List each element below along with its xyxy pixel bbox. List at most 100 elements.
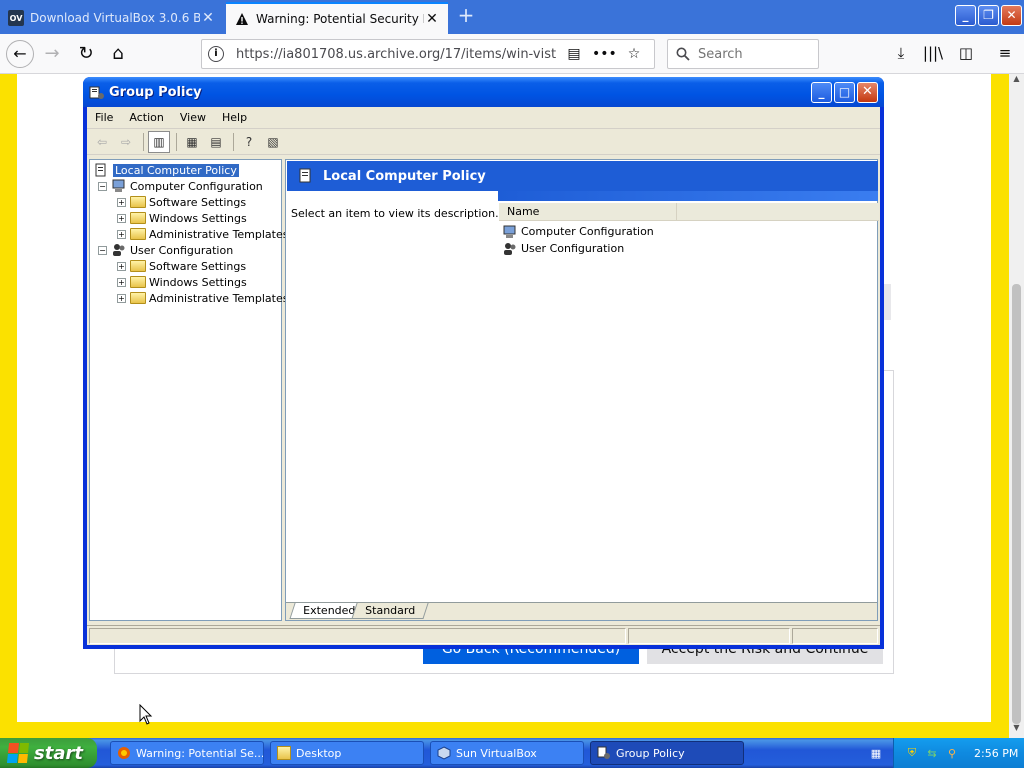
collapse-icon[interactable]: −: [98, 245, 107, 255]
sidebar-icon[interactable]: ◫: [955, 44, 977, 66]
close-window-button[interactable]: ✕: [1001, 5, 1022, 26]
search-tray-icon[interactable]: ⚲: [944, 745, 960, 761]
policy-detail-pane: Local Computer Policy Select an item to …: [285, 159, 879, 621]
tab-virtualbox-download[interactable]: OV Download VirtualBox 3.0.6 Beta 1 ✕: [0, 2, 224, 34]
tab-standard[interactable]: Standard: [351, 603, 429, 619]
column-name-header[interactable]: Name: [499, 203, 677, 220]
tree-label: Software Settings: [149, 259, 247, 273]
list-item-label: Computer Configuration: [521, 225, 654, 238]
show-hide-tree-icon[interactable]: ▥: [148, 130, 170, 153]
info-icon[interactable]: i: [208, 46, 224, 62]
tree-item-administrative-templates[interactable]: + Administrative Templates: [117, 290, 289, 306]
library-icon[interactable]: |||\: [922, 44, 944, 66]
reload-button[interactable]: ↻: [72, 40, 100, 68]
gp-minimize-button[interactable]: _: [811, 82, 832, 103]
url-bar[interactable]: i https://ia801708.us.archive.org/17/ite…: [201, 39, 655, 69]
expand-icon[interactable]: +: [117, 197, 126, 207]
downloads-icon[interactable]: ⤓: [890, 44, 912, 66]
close-tab-icon[interactable]: ✕: [424, 11, 440, 27]
menu-file[interactable]: File: [87, 111, 121, 124]
tree-item-windows-settings[interactable]: + Windows Settings: [117, 274, 247, 290]
restore-window-button[interactable]: ❐: [978, 5, 999, 26]
firefox-icon: [118, 747, 130, 759]
task-firefox-warning[interactable]: Warning: Potential Se...: [110, 741, 264, 765]
scroll-up-icon[interactable]: ▲: [1009, 74, 1024, 89]
policy-tree-pane: Local Computer Policy − Computer Configu…: [89, 159, 289, 621]
page-actions-icon[interactable]: •••: [592, 46, 617, 62]
group-policy-icon: [89, 86, 104, 99]
close-tab-icon[interactable]: ✕: [200, 10, 216, 26]
collapse-icon[interactable]: −: [98, 181, 107, 191]
back-button[interactable]: ←: [6, 40, 34, 68]
home-button[interactable]: ⌂: [104, 40, 132, 68]
tree-item-software-settings[interactable]: + Software Settings: [117, 258, 246, 274]
network-icon[interactable]: ⇆: [924, 745, 940, 761]
task-label: Sun VirtualBox: [456, 746, 537, 760]
properties-icon[interactable]: ▦: [181, 131, 203, 153]
toolbar-separator: [176, 132, 177, 151]
page-scrollbar[interactable]: ▲ ▼: [1009, 74, 1024, 738]
group-policy-window: Group Policy _ □ ✕ File Action View Help…: [83, 77, 884, 649]
folder-icon: [130, 212, 146, 224]
tree-item-windows-settings[interactable]: + Windows Settings: [117, 210, 247, 226]
gp-menu-bar: File Action View Help: [87, 107, 880, 129]
task-sun-virtualbox[interactable]: Sun VirtualBox: [430, 741, 584, 765]
reader-view-icon[interactable]: ▤: [562, 46, 586, 62]
scrollbar-thumb[interactable]: [1012, 284, 1021, 724]
gp-maximize-button[interactable]: □: [834, 82, 855, 103]
group-policy-body: File Action View Help ⇦ ⇨ ▥ ▦ ▤ ? ▧ Loca…: [87, 107, 880, 645]
menu-action[interactable]: Action: [121, 111, 171, 124]
export-list-icon[interactable]: ▤: [205, 131, 227, 153]
bookmark-star-icon[interactable]: ☆: [622, 46, 646, 62]
forward-arrow-icon[interactable]: ⇨: [115, 131, 137, 153]
expand-icon[interactable]: +: [117, 293, 126, 303]
list-item-user-configuration[interactable]: User Configuration: [502, 240, 624, 257]
back-arrow-icon[interactable]: ⇦: [91, 131, 113, 153]
expand-icon[interactable]: +: [117, 229, 126, 239]
url-text[interactable]: https://ia801708.us.archive.org/17/items…: [236, 47, 556, 62]
scroll-down-icon[interactable]: ▼: [1009, 723, 1024, 738]
folder-icon: [130, 196, 146, 208]
show-description-icon[interactable]: ▧: [262, 131, 284, 153]
task-label: Desktop: [296, 746, 342, 760]
tree-item-administrative-templates[interactable]: + Administrative Templates: [117, 226, 289, 242]
start-label: start: [34, 742, 83, 764]
help-icon[interactable]: ?: [238, 131, 260, 153]
folder-icon: [130, 260, 146, 272]
group-policy-titlebar[interactable]: Group Policy _ □ ✕: [83, 77, 884, 107]
list-item-label: User Configuration: [521, 242, 625, 255]
expand-icon[interactable]: +: [117, 213, 126, 223]
task-group-policy[interactable]: Group Policy: [590, 741, 744, 765]
menu-view[interactable]: View: [172, 111, 214, 124]
gp-close-button[interactable]: ✕: [857, 82, 878, 103]
expand-icon[interactable]: +: [117, 261, 126, 271]
system-tray: ⛨ ⇆ ⚲ 2:56 PM: [893, 738, 1024, 768]
group-policy-icon: [597, 746, 610, 759]
tab-title: Download VirtualBox 3.0.6 Beta 1: [30, 11, 200, 25]
tree-item-user-configuration[interactable]: − User Configuration: [98, 242, 233, 258]
expand-icon[interactable]: +: [117, 277, 126, 287]
search-bar[interactable]: Search: [667, 39, 819, 69]
forward-button[interactable]: →: [38, 40, 66, 68]
security-shield-icon[interactable]: ⛨: [904, 745, 920, 761]
folder-icon: [130, 276, 146, 288]
virtualbox-icon: [437, 746, 451, 760]
new-tab-button[interactable]: +: [454, 4, 478, 28]
users-icon: [504, 242, 516, 255]
minimize-window-button[interactable]: _: [955, 5, 976, 26]
task-desktop[interactable]: Desktop: [270, 741, 424, 765]
tree-item-software-settings[interactable]: + Software Settings: [117, 194, 246, 210]
tree-item-local-computer-policy[interactable]: Local Computer Policy: [94, 162, 239, 178]
keyboard-icon[interactable]: ▦: [868, 745, 884, 761]
tab-security-warning[interactable]: Warning: Potential Security Risk Ahead ✕: [226, 2, 448, 34]
clock[interactable]: 2:56 PM: [974, 747, 1018, 760]
menu-help[interactable]: Help: [214, 111, 255, 124]
folder-icon: [130, 228, 146, 240]
tree-item-computer-configuration[interactable]: − Computer Configuration: [98, 178, 263, 194]
computer-icon: [112, 179, 125, 192]
policy-scroll-icon: [95, 163, 106, 177]
browser-tab-bar: OV Download VirtualBox 3.0.6 Beta 1 ✕ Wa…: [0, 0, 1024, 34]
hamburger-menu-icon[interactable]: ≡: [994, 44, 1016, 66]
list-item-computer-configuration[interactable]: Computer Configuration: [502, 223, 654, 240]
start-button[interactable]: start: [0, 738, 97, 768]
